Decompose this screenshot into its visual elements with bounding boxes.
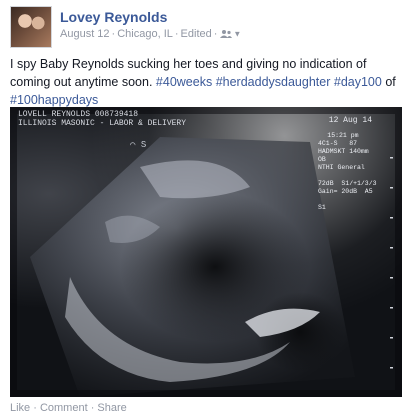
facebook-post: Lovey Reynolds August 12 · Chicago, IL · Edi…: [0, 0, 412, 414]
post-date[interactable]: August 12: [60, 28, 110, 40]
depth-scale: [390, 157, 393, 369]
post-meta: August 12 · Chicago, IL · Edited · ▼: [60, 28, 242, 40]
edited-label[interactable]: Edited: [181, 28, 212, 40]
post-text: I spy Baby Reynolds sucking her toes and…: [10, 57, 396, 107]
author-avatar[interactable]: [10, 6, 52, 48]
hashtag-link[interactable]: #day100: [334, 75, 382, 89]
scan-header: LOVELL REYNOLDS 008739418 ILLINOIS MASON…: [18, 110, 187, 128]
hashtag-link[interactable]: #herdaddysdaughter: [216, 75, 331, 89]
friends-icon[interactable]: [219, 29, 233, 39]
post-photo[interactable]: LOVELL REYNOLDS 008739418 ILLINOIS MASON…: [10, 107, 402, 397]
scan-marker: ⌒ S: [130, 140, 147, 150]
scan-date: 12 Aug 14: [328, 116, 372, 125]
audience-dropdown-icon[interactable]: ▼: [233, 30, 241, 39]
post-location[interactable]: Chicago, IL: [117, 28, 173, 40]
post-actions[interactable]: Like · Comment · Share: [10, 402, 127, 414]
author-name[interactable]: Lovey Reynolds: [60, 9, 167, 25]
hashtag-link[interactable]: #100happydays: [10, 93, 98, 107]
scan-params: 15:21 pm 4C1-S 87 HADMSKT 140mm OB NTHI G…: [318, 132, 377, 211]
hashtag-link[interactable]: #40weeks: [156, 75, 212, 89]
